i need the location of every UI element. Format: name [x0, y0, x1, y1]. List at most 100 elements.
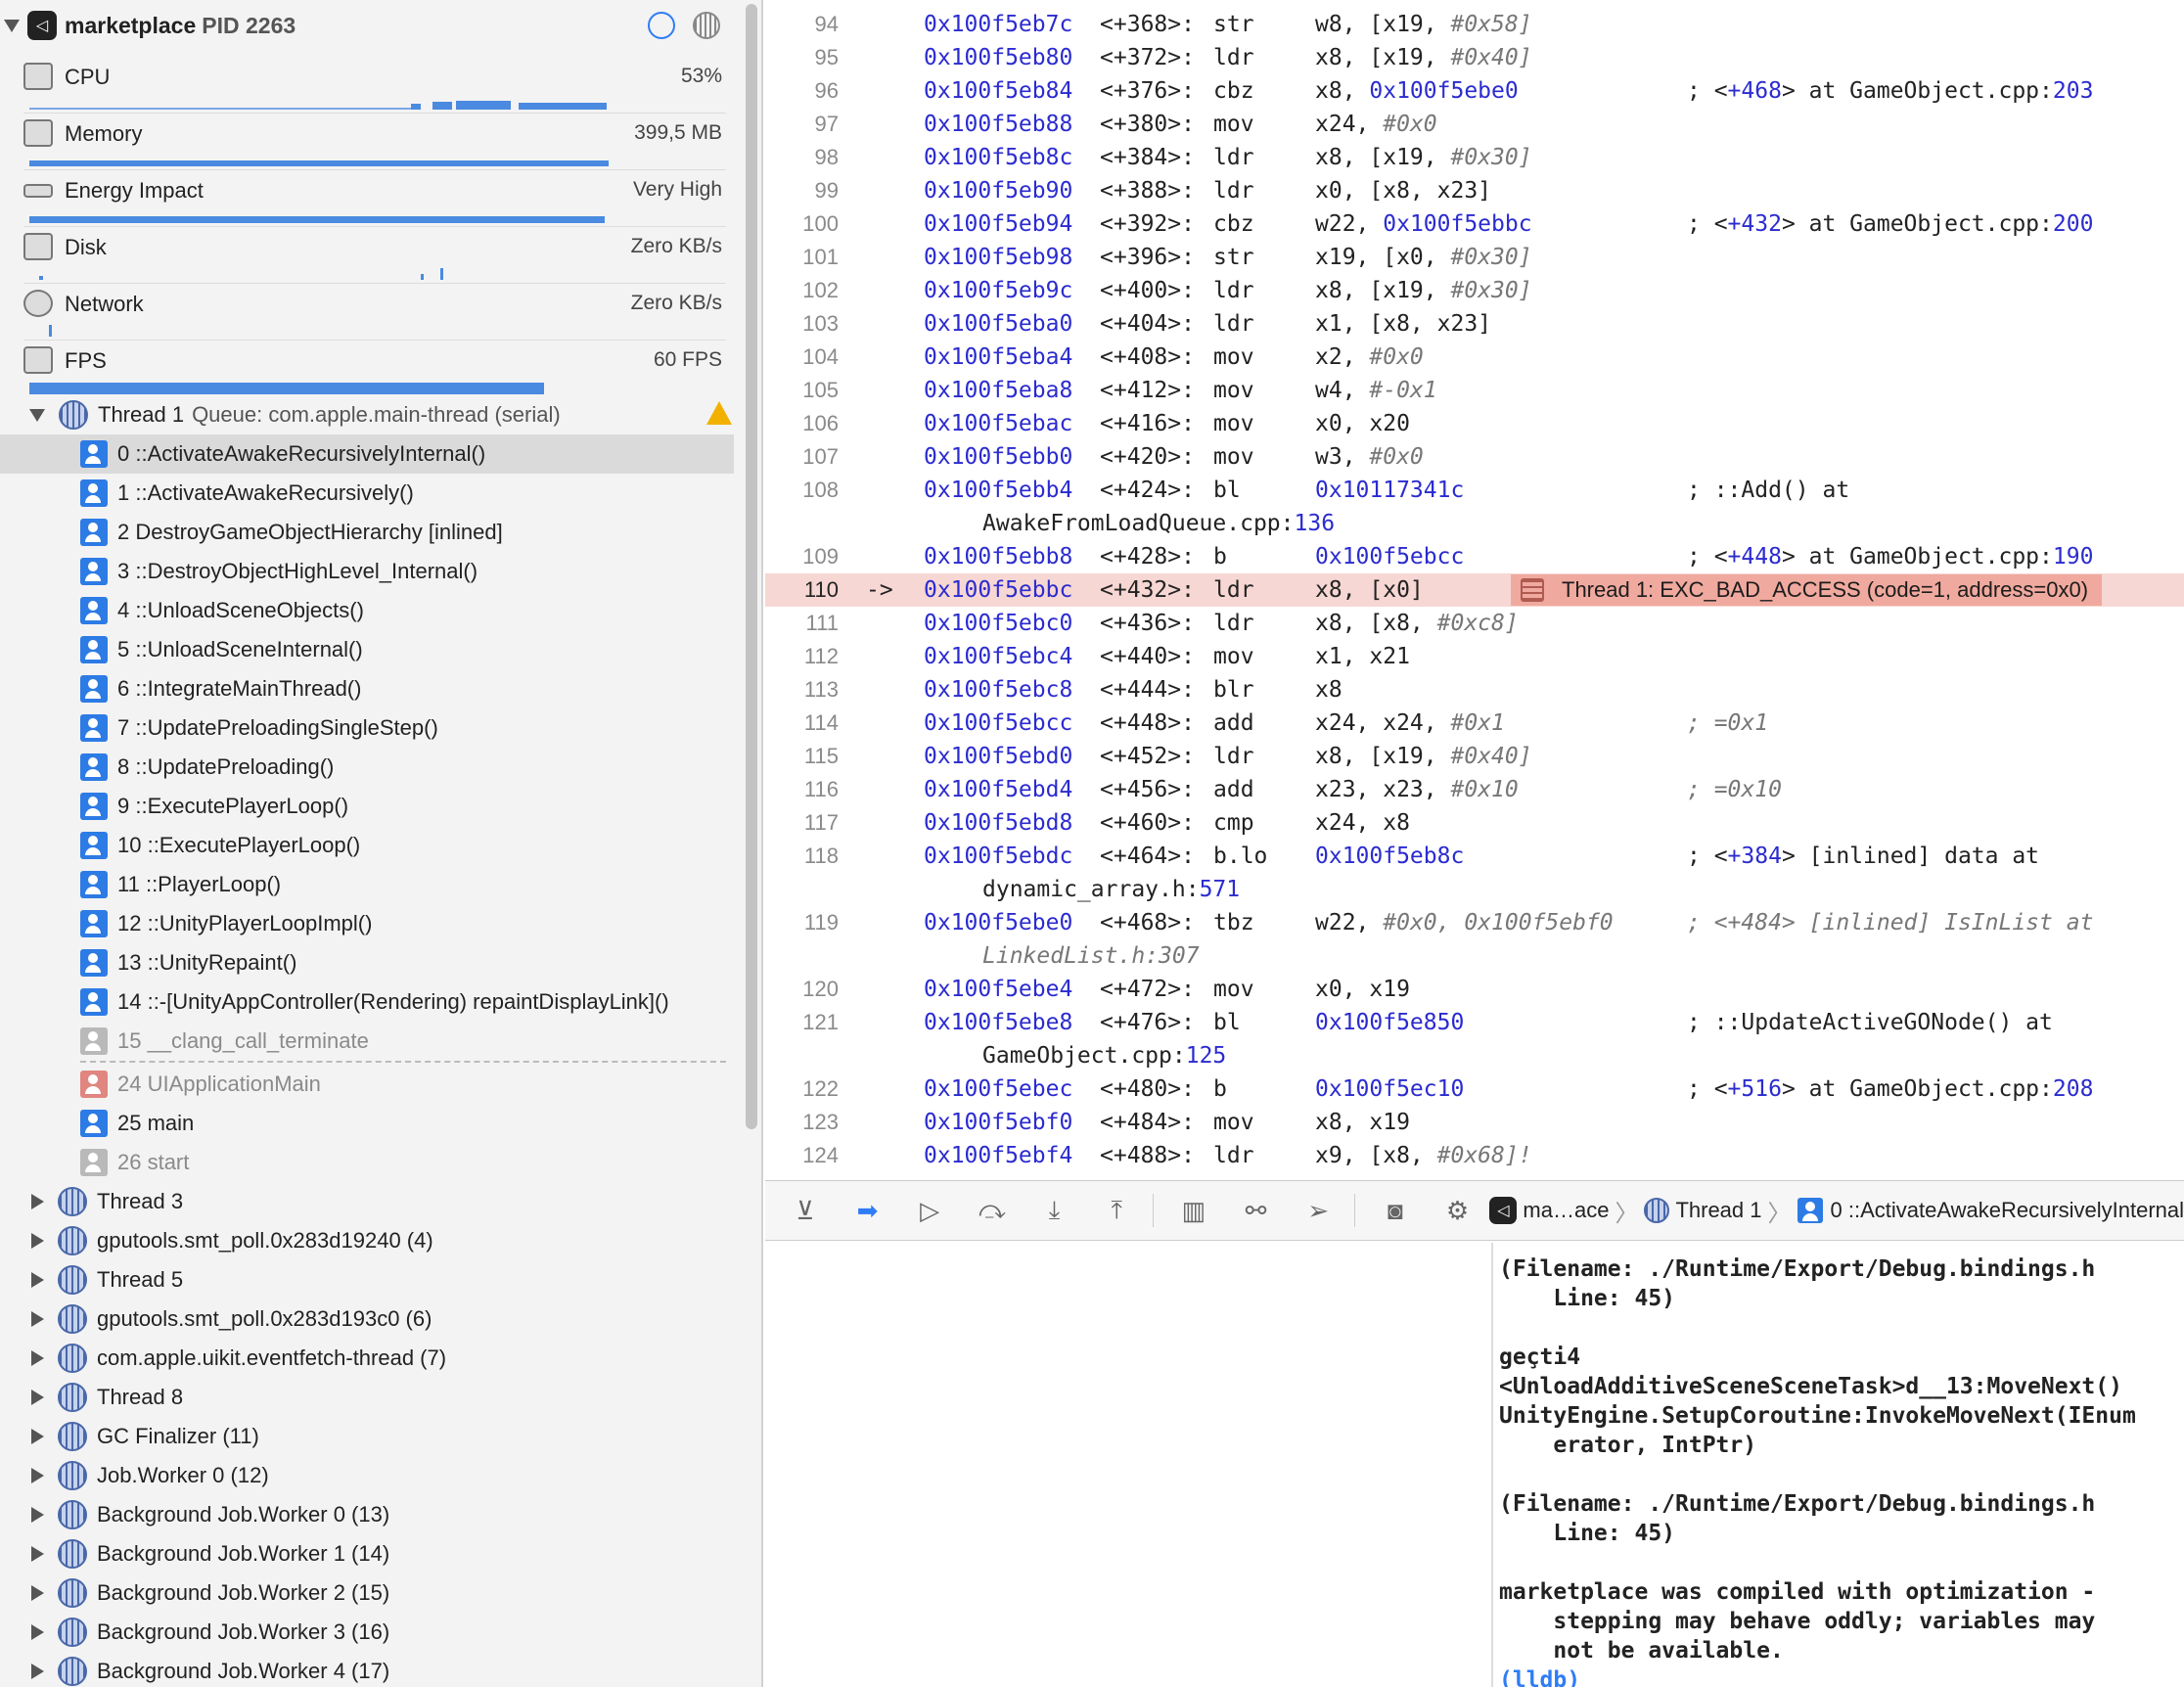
gauge-energy[interactable]: Energy Impact Very High [23, 170, 726, 227]
breadcrumb-app[interactable]: ma…ace [1523, 1198, 1609, 1223]
disassembly-line[interactable]: 94 0x100f5eb7c <+368>: str w8, [x19, #0x58] [765, 8, 2184, 41]
disassembly-line[interactable]: 122 0x100f5ebec <+480>: b 0x100f5ec10 ; <+51… [765, 1072, 2184, 1106]
gauge-cpu[interactable]: CPU 53% [23, 57, 726, 114]
disclosure-triangle-icon[interactable] [31, 1624, 44, 1640]
disassembly-line[interactable]: 100 0x100f5eb94 <+392>: cbz w22, 0x100f5ebb… [765, 207, 2184, 241]
disassembly-line[interactable]: 119 0x100f5ebe0 <+468>: tbz w22, #0x0, 0x10… [765, 906, 2184, 939]
stack-frame-row[interactable]: 12 ::UnityPlayerLoopImpl() [0, 904, 734, 943]
breakpoints-toggle-icon[interactable]: ➡ [845, 1188, 890, 1233]
thread-row[interactable]: Background Job.Worker 4 (17) [23, 1652, 389, 1687]
thread-row[interactable]: Job.Worker 0 (12) [23, 1456, 269, 1495]
step-over-icon[interactable]: ⤼ [970, 1188, 1015, 1233]
disclosure-triangle-icon[interactable] [31, 1194, 44, 1209]
disclosure-triangle-icon[interactable] [31, 1664, 44, 1679]
disassembly-line[interactable]: 102 0x100f5eb9c <+400>: ldr x8, [x19, #0x30… [765, 274, 2184, 307]
disclosure-triangle-icon[interactable] [31, 1468, 44, 1483]
stack-frame-row[interactable]: 11 ::PlayerLoop() [0, 865, 734, 904]
disclosure-triangle-icon[interactable] [31, 1272, 44, 1288]
breadcrumb-frame[interactable]: 0 ::ActivateAwakeRecursivelyInternal [1831, 1198, 2184, 1223]
warning-icon[interactable] [706, 401, 732, 425]
variables-view[interactable] [765, 1243, 1493, 1687]
disassembly-line[interactable]: 123 0x100f5ebf0 <+484>: mov x8, x19 [765, 1106, 2184, 1139]
stack-frame-row[interactable]: 5 ::UnloadSceneInternal() [0, 630, 734, 669]
stack-frame-row[interactable]: 7 ::UpdatePreloadingSingleStep() [0, 708, 734, 748]
disassembly-line[interactable]: 107 0x100f5ebb0 <+420>: mov w3, #0x0 [765, 440, 2184, 474]
disassembly-editor[interactable]: 94 0x100f5eb7c <+368>: str w8, [x19, #0x58]… [765, 0, 2184, 1178]
disassembly-line[interactable]: 113 0x100f5ebc8 <+444>: blr x8 [765, 673, 2184, 707]
disclosure-triangle-icon[interactable] [31, 1429, 44, 1444]
stack-frame-row[interactable]: 2 DestroyGameObjectHierarchy [inlined] [0, 513, 734, 552]
disclosure-triangle-icon[interactable] [31, 1546, 44, 1562]
disclosure-triangle-icon[interactable] [31, 1233, 44, 1249]
disassembly-line[interactable]: 118 0x100f5ebdc <+464>: b.lo 0x100f5eb8c ; <… [765, 840, 2184, 873]
stack-frame-row[interactable]: 10 ::ExecutePlayerLoop() [0, 826, 734, 865]
disclosure-triangle-icon[interactable] [31, 1390, 44, 1405]
disassembly-line[interactable]: 115 0x100f5ebd0 <+452>: ldr x8, [x19, #0x40… [765, 740, 2184, 773]
error-annotation[interactable]: Thread 1: EXC_BAD_ACCESS (code=1, addres… [1511, 574, 2102, 606]
disassembly-line[interactable]: 96 0x100f5eb84 <+376>: cbz x8, 0x100f5ebe0;… [765, 74, 2184, 108]
stack-frame-row[interactable]: 13 ::UnityRepaint() [0, 943, 734, 982]
disassembly-line[interactable]: 101 0x100f5eb98 <+396>: str x19, [x0, #0x30… [765, 241, 2184, 274]
disassembly-line[interactable]: 111 0x100f5ebc0 <+436>: ldr x8, [x8, #0xc8] [765, 607, 2184, 640]
disassembly-line[interactable]: 117 0x100f5ebd8 <+460>: cmp x24, x8 [765, 806, 2184, 840]
stack-frame-row[interactable]: 0 ::ActivateAwakeRecursivelyInternal() [0, 434, 734, 474]
thread-row[interactable]: GC Finalizer (11) [23, 1417, 259, 1456]
thread-row[interactable]: Thread 3 [23, 1182, 183, 1221]
disclosure-triangle-icon[interactable] [31, 1350, 44, 1366]
disassembly-line[interactable]: 99 0x100f5eb90 <+388>: ldr x0, [x8, x23] [765, 174, 2184, 207]
thread-row[interactable]: Thread 8 [23, 1378, 183, 1417]
disassembly-line[interactable]: 98 0x100f5eb8c <+384>: ldr x8, [x19, #0x30] [765, 141, 2184, 174]
stack-frame-row[interactable]: 1 ::ActivateAwakeRecursively() [0, 474, 734, 513]
stack-frame-row[interactable]: 6 ::IntegrateMainThread() [0, 669, 734, 708]
thread-row[interactable]: Background Job.Worker 0 (13) [23, 1495, 389, 1534]
thread-row[interactable]: Background Job.Worker 3 (16) [23, 1613, 389, 1652]
disassembly-line[interactable]: 108 0x100f5ebb4 <+424>: bl 0x10117341c ; ::A… [765, 474, 2184, 507]
thread-1-row[interactable]: Thread 1 Queue: com.apple.main-thread (s… [23, 395, 732, 434]
location-icon[interactable]: ➢ [1296, 1188, 1341, 1233]
stack-frame-row[interactable]: 15 __clang_call_terminate [0, 1022, 734, 1061]
disassembly-line[interactable]: 95 0x100f5eb80 <+372>: ldr x8, [x19, #0x40] [765, 41, 2184, 74]
stack-frame-row[interactable]: 24 UIApplicationMain [0, 1065, 734, 1104]
settings-icon[interactable]: ⚙ [1435, 1188, 1480, 1233]
disassembly-line[interactable]: 124 0x100f5ebf4 <+488>: ldr x9, [x8, #0x68]… [765, 1139, 2184, 1172]
gauge-disk[interactable]: Disk Zero KB/s [23, 227, 726, 284]
stack-frame-row[interactable]: 14 ::-[UnityAppController(Rendering) rep… [0, 982, 734, 1022]
current-instruction-line[interactable]: 110 -> 0x100f5ebbc <+432>: ldr x8, [x0] Threa… [765, 573, 2184, 607]
disassembly-line[interactable]: 109 0x100f5ebb8 <+428>: b 0x100f5ebcc ; <+44… [765, 540, 2184, 573]
thread-row[interactable]: Thread 5 [23, 1260, 183, 1299]
disassembly-line[interactable]: 106 0x100f5ebac <+416>: mov x0, x20 [765, 407, 2184, 440]
disclosure-triangle-icon[interactable] [31, 1311, 44, 1327]
stack-frame-row[interactable]: 8 ::UpdatePreloading() [0, 748, 734, 787]
disassembly-line[interactable]: 105 0x100f5eba8 <+412>: mov w4, #-0x1 [765, 374, 2184, 407]
thread-view-icon[interactable] [693, 12, 720, 39]
debug-gauges-icon[interactable] [648, 12, 675, 39]
gauge-memory[interactable]: Memory 399,5 MB [23, 114, 726, 170]
disclosure-triangle-icon[interactable] [31, 1585, 44, 1601]
disassembly-line[interactable]: 103 0x100f5eba0 <+404>: ldr x1, [x8, x23] [765, 307, 2184, 341]
navigator-scrollbar[interactable] [746, 4, 757, 1129]
disassembly-line[interactable]: 104 0x100f5eba4 <+408>: mov x2, #0x0 [765, 341, 2184, 374]
thread-row[interactable]: Background Job.Worker 1 (14) [23, 1534, 389, 1573]
stack-frame-row[interactable]: 9 ::ExecutePlayerLoop() [0, 787, 734, 826]
disassembly-line[interactable]: 116 0x100f5ebd4 <+456>: add x23, x23, #0x10… [765, 773, 2184, 806]
disclosure-triangle-icon[interactable] [4, 19, 20, 32]
disclosure-triangle-icon[interactable] [31, 1507, 44, 1523]
breadcrumb-thread[interactable]: Thread 1 [1675, 1198, 1761, 1223]
disassembly-line[interactable]: 114 0x100f5ebcc <+448>: add x24, x24, #0x1;… [765, 707, 2184, 740]
continue-icon[interactable]: ▷ [907, 1188, 952, 1233]
thread-row[interactable]: Background Job.Worker 2 (15) [23, 1573, 389, 1613]
thread-row[interactable]: gputools.smt_poll.0x283d19240 (4) [23, 1221, 433, 1260]
stack-frame-row[interactable]: 26 start [0, 1143, 734, 1182]
disassembly-line[interactable]: 112 0x100f5ebc4 <+440>: mov x1, x21 [765, 640, 2184, 673]
gauge-network[interactable]: Network Zero KB/s [23, 284, 726, 341]
process-row[interactable]: ◁ marketplace PID 2263 [0, 8, 296, 43]
stack-frame-row[interactable]: 4 ::UnloadSceneObjects() [0, 591, 734, 630]
disassembly-line[interactable]: 97 0x100f5eb88 <+380>: mov x24, #0x0 [765, 108, 2184, 141]
stack-frame-row[interactable]: 25 main [0, 1104, 734, 1143]
camera-icon[interactable]: ◙ [1373, 1188, 1418, 1233]
disassembly-line[interactable]: 121 0x100f5ebe8 <+476>: bl 0x100f5e850 ; ::U… [765, 1006, 2184, 1039]
console-output[interactable]: (Filename: ./Runtime/Export/Debug.bindin… [1495, 1243, 2184, 1687]
memory-graph-icon[interactable]: ⚯ [1234, 1188, 1279, 1233]
view-hierarchy-icon[interactable]: ▥ [1171, 1188, 1216, 1233]
disclosure-triangle-icon[interactable] [29, 408, 45, 422]
